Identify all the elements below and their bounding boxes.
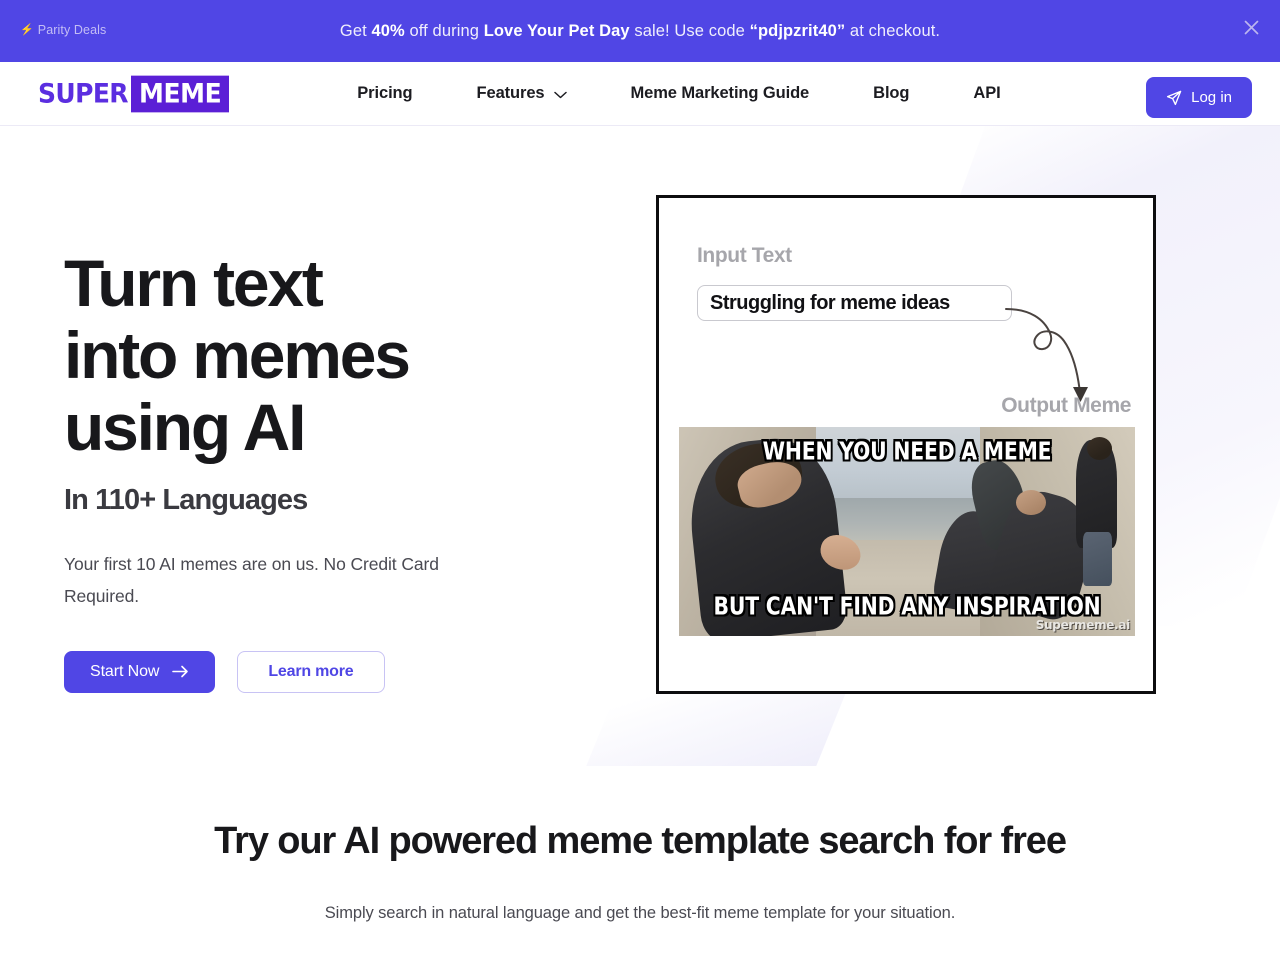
learn-more-label: Learn more: [268, 662, 354, 680]
nav-item-api[interactable]: API: [941, 84, 1032, 103]
meme-figure-standing-legs: [1082, 531, 1113, 586]
lightning-bolt-icon: ⚡: [20, 23, 34, 36]
arrow-right-icon: [172, 665, 189, 678]
nav-item-features[interactable]: Features: [445, 84, 599, 103]
promo-text-2: off during: [404, 21, 484, 40]
meme-figure-falling-head: [1016, 489, 1047, 515]
promo-text-1: Get: [339, 21, 372, 40]
logo-text-meme: MEME: [130, 75, 230, 112]
promo-event-name: Love Your Pet Day: [483, 21, 630, 40]
chevron-down-icon: [553, 91, 567, 98]
start-now-label: Start Now: [90, 662, 160, 680]
nav-links: Pricing Features Meme Marketing Guide Bl…: [325, 84, 1032, 103]
promo-text-4: at checkout.: [845, 21, 941, 40]
section-title: Try our AI powered meme template search …: [214, 820, 1067, 862]
page-title: Turn text into memes using AI: [64, 246, 411, 464]
nav-item-meme-marketing-guide[interactable]: Meme Marketing Guide: [599, 84, 842, 103]
nav-item-label: Pricing: [357, 84, 413, 102]
hero-section: Turn text into memes using AI In 110+ La…: [0, 126, 1280, 766]
meme-watermark: Supermeme.ai: [1035, 618, 1131, 632]
template-search-section: Try our AI powered meme template search …: [0, 766, 1280, 923]
output-meme-image: WHEN YOU NEED A MEME BUT CAN'T FIND ANY …: [679, 427, 1135, 636]
promo-banner: ⚡ Parity Deals Get 40% off during Love Y…: [0, 0, 1280, 62]
input-text-field[interactable]: Struggling for meme ideas: [697, 285, 1012, 321]
parity-deals-link[interactable]: ⚡ Parity Deals: [20, 23, 106, 37]
learn-more-button[interactable]: Learn more: [237, 650, 385, 693]
hero-cta-group: Start Now Learn more: [64, 650, 624, 693]
logo-text-super: SUPER: [38, 77, 129, 110]
main-navbar: SUPER MEME Pricing Features Meme Marketi…: [0, 62, 1280, 126]
promo-message: Get 40% off during Love Your Pet Day sal…: [340, 22, 940, 41]
parity-deals-label: Parity Deals: [37, 23, 107, 37]
nav-item-label: Meme Marketing Guide: [630, 84, 810, 102]
hero-demo-card: Input Text Struggling for meme ideas Out…: [656, 195, 1156, 694]
login-button[interactable]: Log in: [1146, 77, 1252, 118]
hero-subtitle: In 110+ Languages: [64, 483, 308, 516]
hero-description: Your first 10 AI memes are on us. No Cre…: [64, 553, 439, 606]
input-text-label: Input Text: [697, 244, 792, 267]
nav-item-pricing[interactable]: Pricing: [325, 84, 444, 103]
meme-top-caption: WHEN YOU NEED A MEME: [762, 436, 1052, 466]
input-text-value: Struggling for meme ideas: [710, 291, 950, 314]
output-meme-label: Output Meme: [1001, 394, 1131, 417]
close-icon[interactable]: [1236, 12, 1266, 42]
nav-item-label: API: [973, 84, 1001, 102]
nav-item-blog[interactable]: Blog: [841, 84, 941, 103]
promo-text-3: sale! Use code: [629, 21, 750, 40]
start-now-button[interactable]: Start Now: [64, 650, 216, 693]
site-logo[interactable]: SUPER MEME: [38, 75, 230, 112]
hero-copy: Turn text into memes using AI In 110+ La…: [64, 246, 624, 693]
section-subtitle: Simply search in natural language and ge…: [324, 903, 956, 922]
nav-item-label: Blog: [873, 84, 910, 102]
nav-item-label: Features: [476, 84, 545, 102]
login-button-label: Log in: [1191, 89, 1232, 106]
promo-coupon-code: “pdjpzrit40”: [749, 21, 846, 40]
meme-bottom-caption: BUT CAN'T FIND ANY INSPIRATION: [713, 591, 1101, 621]
send-icon: [1167, 90, 1182, 105]
promo-discount: 40%: [371, 21, 405, 40]
